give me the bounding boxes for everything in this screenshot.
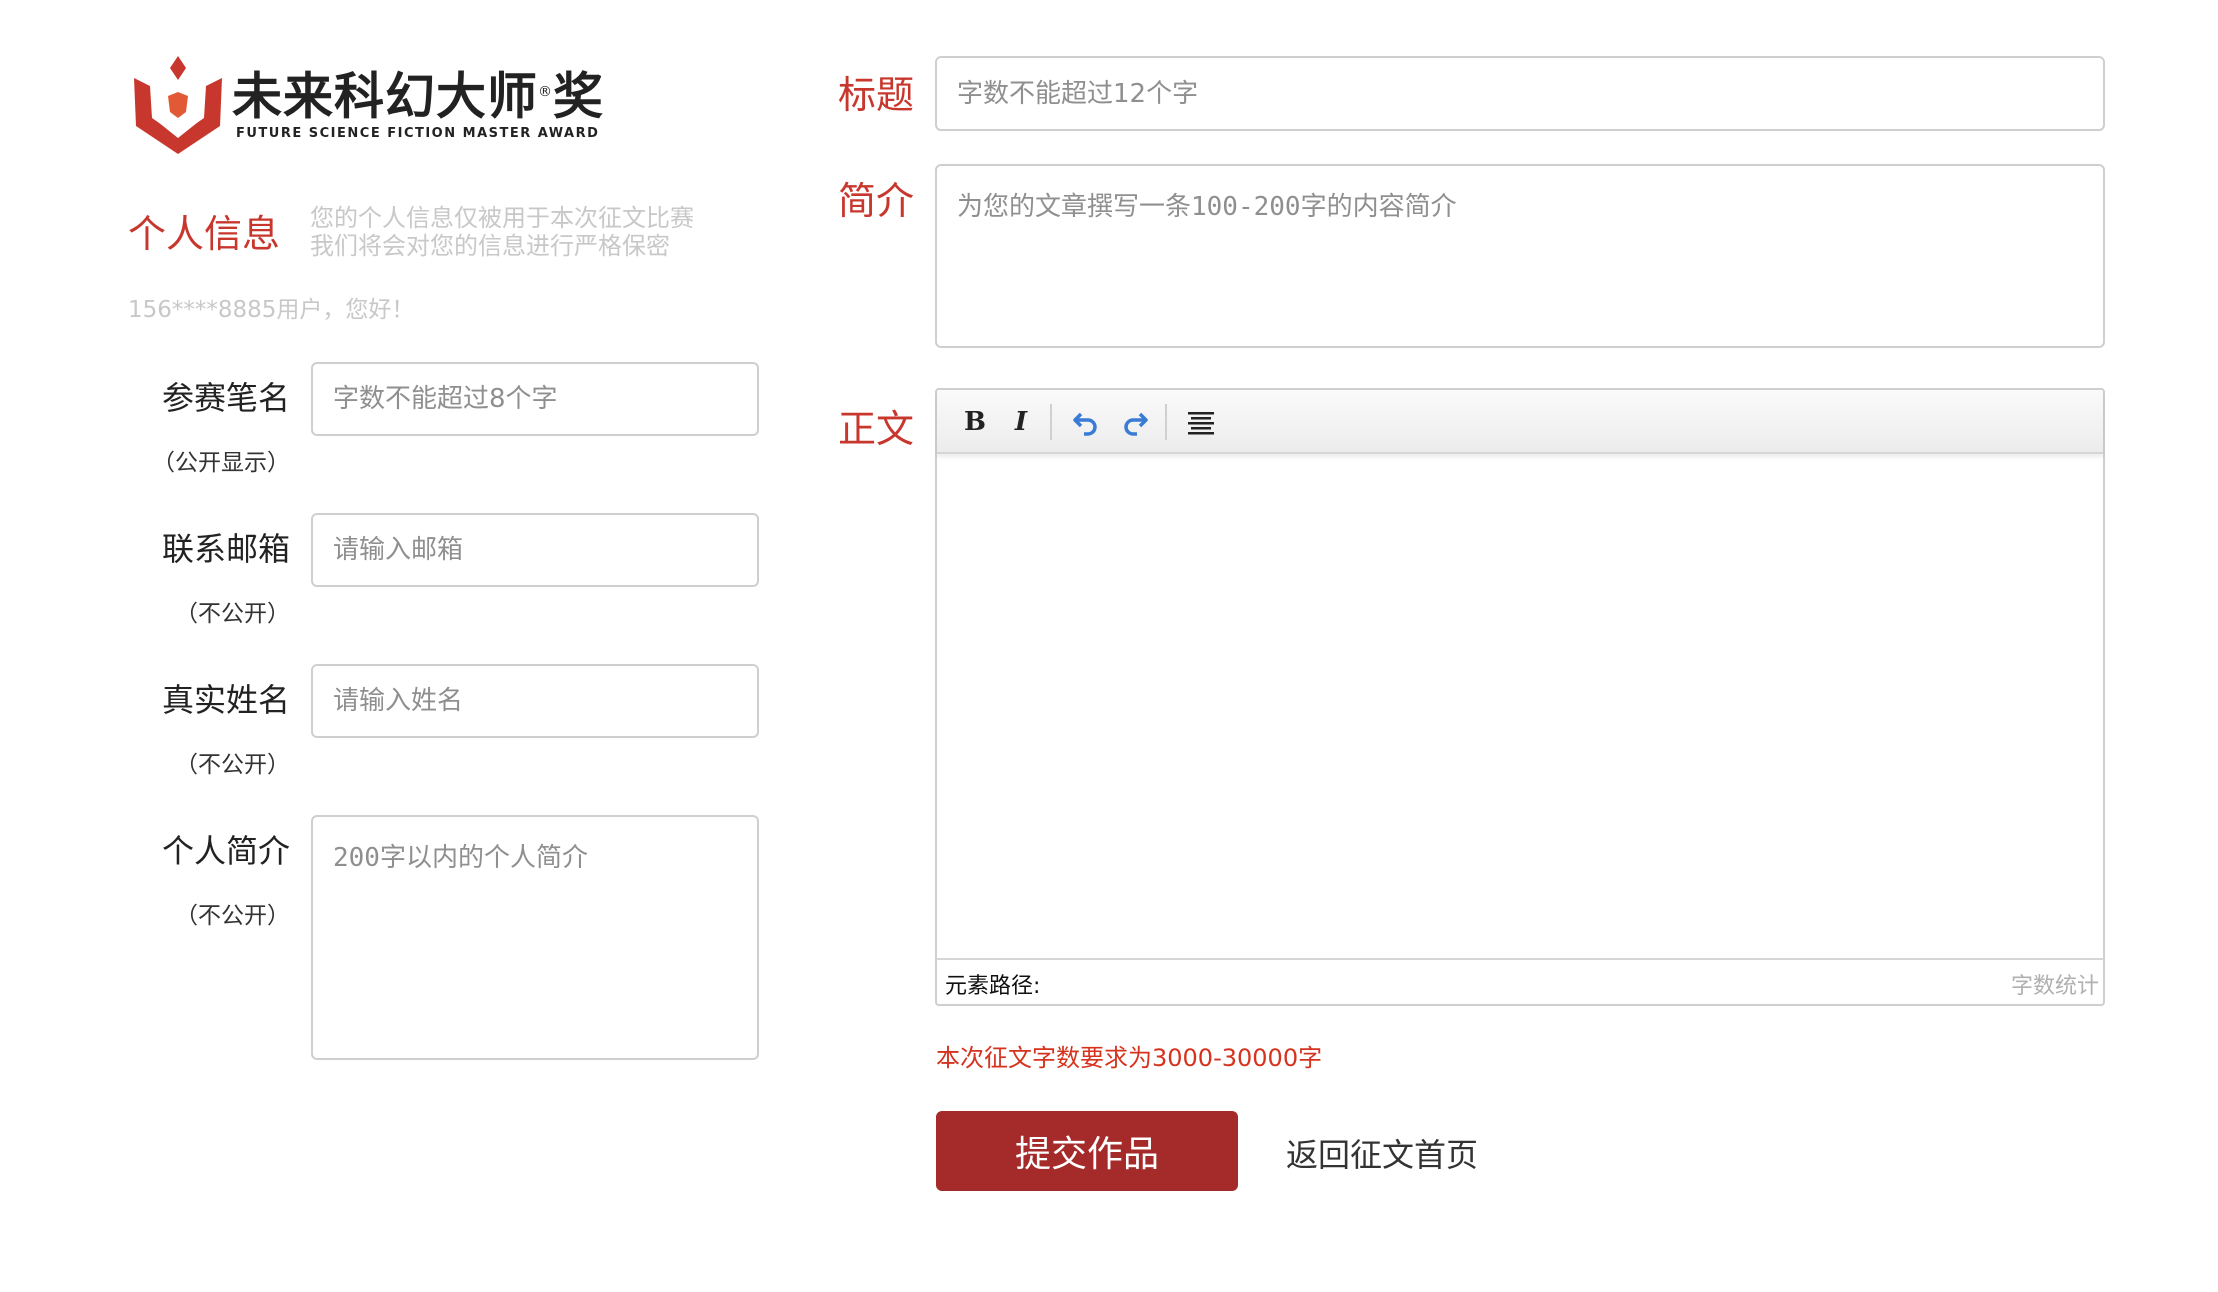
real-name-label: 真实姓名 [161, 681, 290, 719]
privacy-note-line2: 我们将会对您的信息进行严格保密 [310, 232, 670, 260]
bio-label: 个人简介 [161, 832, 290, 870]
justify-icon [1188, 412, 1214, 435]
award-logo-icon [134, 56, 222, 154]
user-greeting: 156****8885用户，您好！ [128, 297, 415, 323]
work-body-label: 正文 [838, 407, 915, 451]
real-name-input[interactable] [311, 664, 759, 738]
undo-button[interactable] [1068, 404, 1104, 440]
work-title-input[interactable] [935, 56, 2105, 131]
pen-name-input[interactable] [311, 362, 759, 436]
personal-info-title: 个人信息 [128, 212, 281, 256]
email-note: （不公开） [175, 601, 290, 627]
submit-work-button[interactable]: 提交作品 [936, 1111, 1238, 1191]
work-title-label: 标题 [838, 73, 915, 117]
privacy-note: 您的个人信息仅被用于本次征文比赛 我们将会对您的信息进行严格保密 [310, 204, 694, 260]
editor-statusbar: 元素路径: 字数统计 [937, 958, 2103, 1004]
element-path-label: 元素路径: [945, 974, 1041, 999]
privacy-note-line1: 您的个人信息仅被用于本次征文比赛 [310, 204, 694, 232]
redo-icon [1124, 412, 1148, 436]
pen-name-note: （公开显示） [152, 450, 290, 476]
rich-text-editor: B I 元素路径: 字数统计 [935, 388, 2105, 1006]
word-requirement-note: 本次征文字数要求为3000-30000字 [936, 1044, 1323, 1072]
bio-note: （不公开） [175, 903, 290, 929]
work-summary-label: 简介 [838, 179, 915, 223]
back-to-home-link[interactable]: 返回征文首页 [1286, 1130, 1478, 1176]
trademark-mark: ® [538, 84, 553, 100]
brand-name: 未来科幻大师®奖 [232, 67, 604, 126]
bio-textarea[interactable] [311, 815, 759, 1060]
editor-content-area[interactable] [937, 454, 2103, 958]
work-summary-textarea[interactable] [935, 164, 2105, 348]
bold-button[interactable]: B [957, 404, 993, 440]
real-name-note: （不公开） [175, 752, 290, 778]
email-label: 联系邮箱 [161, 530, 290, 568]
redo-button[interactable] [1117, 404, 1153, 440]
email-input[interactable] [311, 513, 759, 587]
pen-name-label: 参赛笔名 [161, 379, 290, 417]
italic-button[interactable]: I [1003, 404, 1039, 440]
undo-icon [1073, 412, 1097, 436]
word-count-label: 字数统计 [2010, 974, 2099, 999]
editor-toolbar: B I [937, 390, 2103, 454]
brand-name-en: FUTURE SCIENCE FICTION MASTER AWARD [236, 126, 600, 141]
justify-button[interactable] [1183, 404, 1219, 440]
